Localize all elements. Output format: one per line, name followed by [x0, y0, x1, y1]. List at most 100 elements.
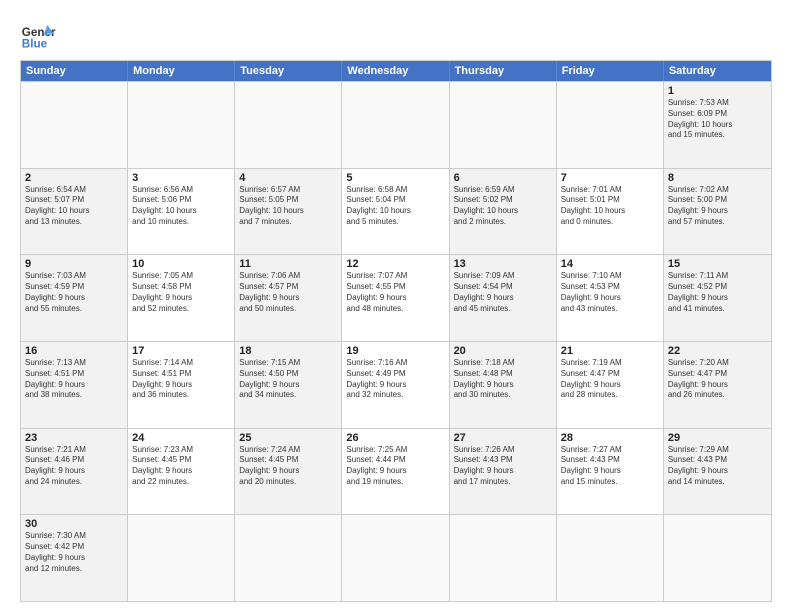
- calendar-cell: 29Sunrise: 7:29 AM Sunset: 4:43 PM Dayli…: [664, 429, 771, 515]
- day-number: 24: [132, 432, 230, 444]
- calendar-cell: 11Sunrise: 7:06 AM Sunset: 4:57 PM Dayli…: [235, 255, 342, 341]
- cell-info: Sunrise: 7:14 AM Sunset: 4:51 PM Dayligh…: [132, 358, 230, 401]
- day-number: 9: [25, 258, 123, 270]
- day-header-wednesday: Wednesday: [342, 61, 449, 81]
- cell-info: Sunrise: 6:59 AM Sunset: 5:02 PM Dayligh…: [454, 185, 552, 228]
- day-number: 13: [454, 258, 552, 270]
- day-number: 16: [25, 345, 123, 357]
- calendar-cell: 6Sunrise: 6:59 AM Sunset: 5:02 PM Daylig…: [450, 169, 557, 255]
- calendar-cell: [128, 515, 235, 601]
- logo-icon: General Blue: [20, 16, 56, 52]
- cell-info: Sunrise: 7:24 AM Sunset: 4:45 PM Dayligh…: [239, 445, 337, 488]
- calendar-cell: [235, 515, 342, 601]
- calendar-cell: 5Sunrise: 6:58 AM Sunset: 5:04 PM Daylig…: [342, 169, 449, 255]
- calendar-cell: [21, 82, 128, 168]
- calendar-row: 16Sunrise: 7:13 AM Sunset: 4:51 PM Dayli…: [21, 341, 771, 428]
- day-number: 11: [239, 258, 337, 270]
- calendar-cell: [450, 82, 557, 168]
- cell-info: Sunrise: 7:26 AM Sunset: 4:43 PM Dayligh…: [454, 445, 552, 488]
- calendar-cell: 13Sunrise: 7:09 AM Sunset: 4:54 PM Dayli…: [450, 255, 557, 341]
- cell-info: Sunrise: 7:53 AM Sunset: 6:09 PM Dayligh…: [668, 98, 767, 141]
- cell-info: Sunrise: 7:11 AM Sunset: 4:52 PM Dayligh…: [668, 271, 767, 314]
- calendar-row: 9Sunrise: 7:03 AM Sunset: 4:59 PM Daylig…: [21, 254, 771, 341]
- day-number: 10: [132, 258, 230, 270]
- calendar-row: 23Sunrise: 7:21 AM Sunset: 4:46 PM Dayli…: [21, 428, 771, 515]
- calendar-cell: [342, 515, 449, 601]
- day-header-friday: Friday: [557, 61, 664, 81]
- cell-info: Sunrise: 7:20 AM Sunset: 4:47 PM Dayligh…: [668, 358, 767, 401]
- calendar-cell: 19Sunrise: 7:16 AM Sunset: 4:49 PM Dayli…: [342, 342, 449, 428]
- cell-info: Sunrise: 7:03 AM Sunset: 4:59 PM Dayligh…: [25, 271, 123, 314]
- day-number: 14: [561, 258, 659, 270]
- day-number: 20: [454, 345, 552, 357]
- cell-info: Sunrise: 7:01 AM Sunset: 5:01 PM Dayligh…: [561, 185, 659, 228]
- cell-info: Sunrise: 7:29 AM Sunset: 4:43 PM Dayligh…: [668, 445, 767, 488]
- day-header-monday: Monday: [128, 61, 235, 81]
- day-number: 19: [346, 345, 444, 357]
- day-number: 30: [25, 518, 123, 530]
- calendar-cell: 1Sunrise: 7:53 AM Sunset: 6:09 PM Daylig…: [664, 82, 771, 168]
- day-number: 26: [346, 432, 444, 444]
- day-number: 4: [239, 172, 337, 184]
- cell-info: Sunrise: 7:09 AM Sunset: 4:54 PM Dayligh…: [454, 271, 552, 314]
- calendar-cell: 9Sunrise: 7:03 AM Sunset: 4:59 PM Daylig…: [21, 255, 128, 341]
- day-number: 25: [239, 432, 337, 444]
- calendar-cell: [235, 82, 342, 168]
- day-number: 1: [668, 85, 767, 97]
- cell-info: Sunrise: 7:25 AM Sunset: 4:44 PM Dayligh…: [346, 445, 444, 488]
- day-header-tuesday: Tuesday: [235, 61, 342, 81]
- calendar-cell: 16Sunrise: 7:13 AM Sunset: 4:51 PM Dayli…: [21, 342, 128, 428]
- day-number: 21: [561, 345, 659, 357]
- calendar-cell: 15Sunrise: 7:11 AM Sunset: 4:52 PM Dayli…: [664, 255, 771, 341]
- calendar-cell: [557, 515, 664, 601]
- day-number: 15: [668, 258, 767, 270]
- calendar-cell: 10Sunrise: 7:05 AM Sunset: 4:58 PM Dayli…: [128, 255, 235, 341]
- calendar-cell: 4Sunrise: 6:57 AM Sunset: 5:05 PM Daylig…: [235, 169, 342, 255]
- day-number: 2: [25, 172, 123, 184]
- day-header-sunday: Sunday: [21, 61, 128, 81]
- cell-info: Sunrise: 7:18 AM Sunset: 4:48 PM Dayligh…: [454, 358, 552, 401]
- calendar: SundayMondayTuesdayWednesdayThursdayFrid…: [20, 60, 772, 602]
- cell-info: Sunrise: 7:16 AM Sunset: 4:49 PM Dayligh…: [346, 358, 444, 401]
- calendar-cell: [342, 82, 449, 168]
- calendar-cell: 27Sunrise: 7:26 AM Sunset: 4:43 PM Dayli…: [450, 429, 557, 515]
- day-number: 6: [454, 172, 552, 184]
- day-number: 17: [132, 345, 230, 357]
- cell-info: Sunrise: 7:27 AM Sunset: 4:43 PM Dayligh…: [561, 445, 659, 488]
- day-number: 18: [239, 345, 337, 357]
- calendar-header: SundayMondayTuesdayWednesdayThursdayFrid…: [21, 61, 771, 81]
- cell-info: Sunrise: 7:05 AM Sunset: 4:58 PM Dayligh…: [132, 271, 230, 314]
- cell-info: Sunrise: 6:56 AM Sunset: 5:06 PM Dayligh…: [132, 185, 230, 228]
- calendar-cell: [450, 515, 557, 601]
- cell-info: Sunrise: 7:23 AM Sunset: 4:45 PM Dayligh…: [132, 445, 230, 488]
- calendar-row: 1Sunrise: 7:53 AM Sunset: 6:09 PM Daylig…: [21, 81, 771, 168]
- calendar-row: 30Sunrise: 7:30 AM Sunset: 4:42 PM Dayli…: [21, 514, 771, 601]
- calendar-cell: 22Sunrise: 7:20 AM Sunset: 4:47 PM Dayli…: [664, 342, 771, 428]
- calendar-cell: [664, 515, 771, 601]
- day-number: 22: [668, 345, 767, 357]
- calendar-cell: [557, 82, 664, 168]
- cell-info: Sunrise: 6:57 AM Sunset: 5:05 PM Dayligh…: [239, 185, 337, 228]
- calendar-cell: 23Sunrise: 7:21 AM Sunset: 4:46 PM Dayli…: [21, 429, 128, 515]
- calendar-cell: 21Sunrise: 7:19 AM Sunset: 4:47 PM Dayli…: [557, 342, 664, 428]
- day-header-saturday: Saturday: [664, 61, 771, 81]
- cell-info: Sunrise: 6:58 AM Sunset: 5:04 PM Dayligh…: [346, 185, 444, 228]
- calendar-cell: 20Sunrise: 7:18 AM Sunset: 4:48 PM Dayli…: [450, 342, 557, 428]
- day-number: 29: [668, 432, 767, 444]
- page-header: General Blue: [20, 16, 772, 52]
- day-number: 8: [668, 172, 767, 184]
- day-number: 28: [561, 432, 659, 444]
- logo: General Blue: [20, 16, 56, 52]
- day-number: 23: [25, 432, 123, 444]
- cell-info: Sunrise: 7:21 AM Sunset: 4:46 PM Dayligh…: [25, 445, 123, 488]
- day-number: 27: [454, 432, 552, 444]
- calendar-cell: 12Sunrise: 7:07 AM Sunset: 4:55 PM Dayli…: [342, 255, 449, 341]
- calendar-cell: 24Sunrise: 7:23 AM Sunset: 4:45 PM Dayli…: [128, 429, 235, 515]
- svg-text:Blue: Blue: [22, 38, 48, 51]
- day-number: 7: [561, 172, 659, 184]
- calendar-cell: 26Sunrise: 7:25 AM Sunset: 4:44 PM Dayli…: [342, 429, 449, 515]
- day-number: 3: [132, 172, 230, 184]
- calendar-cell: 25Sunrise: 7:24 AM Sunset: 4:45 PM Dayli…: [235, 429, 342, 515]
- calendar-cell: 17Sunrise: 7:14 AM Sunset: 4:51 PM Dayli…: [128, 342, 235, 428]
- calendar-cell: 14Sunrise: 7:10 AM Sunset: 4:53 PM Dayli…: [557, 255, 664, 341]
